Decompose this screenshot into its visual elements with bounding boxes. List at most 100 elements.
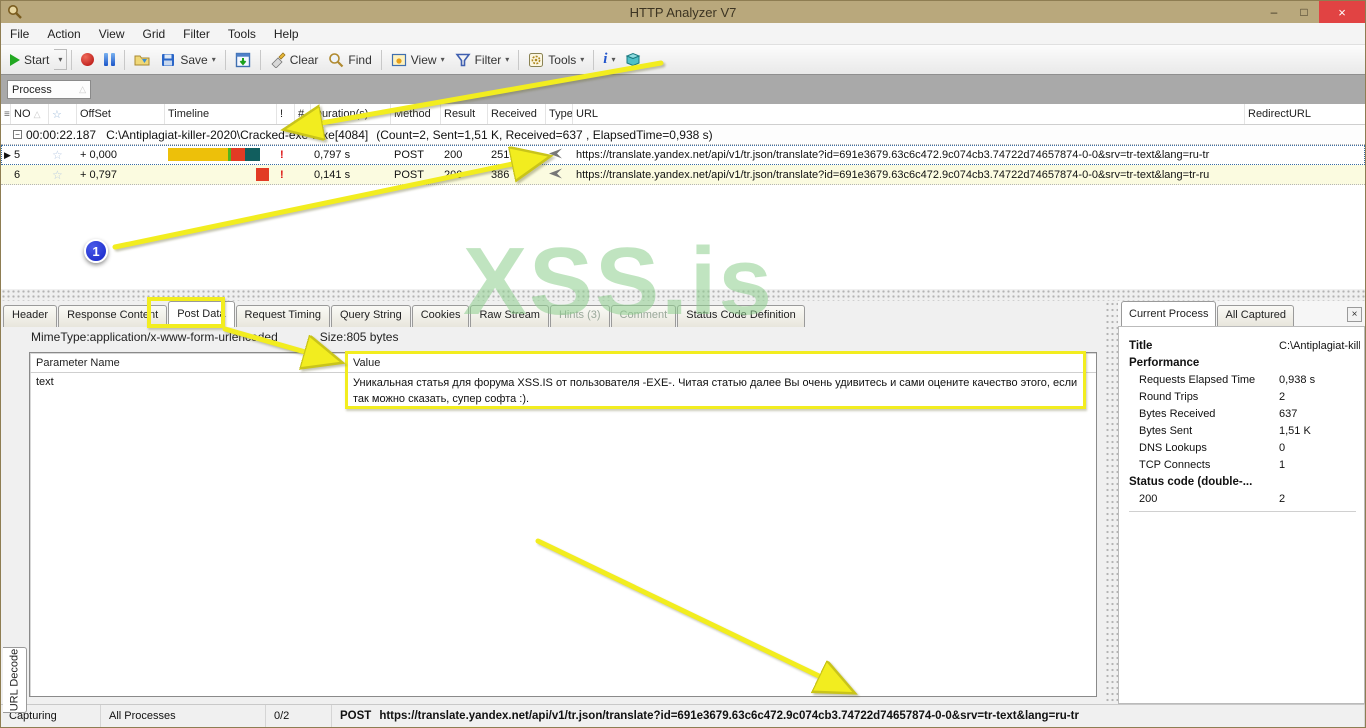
param-value-cell: Уникальная статья для форума XSS.IS от п… — [353, 377, 1078, 405]
help-button[interactable] — [620, 49, 646, 71]
detail-tabs: Header Response Content Post Data Reques… — [3, 301, 1105, 327]
tab-comment[interactable]: Comment — [610, 305, 677, 327]
request-row-6[interactable]: 6 ☆ + 0,797 ! 0,141 s POST 200 386 https… — [1, 165, 1365, 185]
tab-raw-stream[interactable]: Raw Stream — [470, 305, 549, 327]
tab-post-data[interactable]: Post Data — [168, 301, 235, 327]
tab-query-string[interactable]: Query String — [330, 305, 411, 327]
timeline-bar — [168, 168, 274, 181]
play-icon — [10, 53, 20, 66]
toolbar: Start ▾ Save ▾ Clear Find View ▾ Filter … — [1, 45, 1365, 74]
menu-tools[interactable]: Tools — [219, 25, 265, 43]
tab-current-process[interactable]: Current Process — [1121, 301, 1217, 326]
close-button[interactable]: × — [1319, 1, 1365, 23]
progress-counter: 0/2 — [266, 705, 332, 727]
start-dropdown[interactable]: ▾ — [54, 49, 68, 70]
vertical-splitter[interactable] — [1105, 301, 1118, 704]
col-received[interactable]: Received — [488, 104, 546, 124]
pause-button[interactable] — [99, 50, 120, 69]
find-magnifier-icon — [329, 52, 344, 67]
restore-button[interactable]: □ — [1289, 1, 1319, 23]
stop-button[interactable] — [76, 50, 99, 69]
open-button[interactable] — [129, 49, 155, 71]
group-by-strip: Process △ — [1, 74, 1365, 104]
tab-header[interactable]: Header — [3, 305, 58, 327]
clear-button[interactable]: Clear — [265, 49, 324, 71]
view-menu-button[interactable]: View ▾ — [386, 49, 450, 71]
tab-response-content[interactable]: Response Content — [58, 305, 168, 327]
window-title: HTTP Analyzer V7 — [629, 4, 737, 20]
menu-file[interactable]: File — [1, 25, 38, 43]
title-bar: HTTP Analyzer V7 – □ × — [1, 1, 1365, 23]
menu-view[interactable]: View — [90, 25, 134, 43]
tab-status-code-definition[interactable]: Status Code Definition — [677, 305, 805, 327]
tab-cookies[interactable]: Cookies — [411, 305, 470, 327]
help-book-icon — [626, 52, 641, 66]
error-bang-icon: ! — [280, 148, 284, 161]
value-column[interactable]: Value — [347, 357, 1096, 369]
info-icon: i — [603, 51, 608, 67]
title-label: Title — [1129, 339, 1153, 352]
side-tab-url-decode[interactable]: URL Decode — [3, 647, 27, 713]
clear-eraser-icon — [271, 51, 286, 68]
menu-filter[interactable]: Filter — [174, 25, 219, 43]
row-pointer-icon: ▶ — [4, 149, 11, 160]
capture-window-button[interactable] — [230, 49, 256, 71]
sort-asc-icon: △ — [33, 108, 41, 119]
col-result[interactable]: Result — [441, 104, 488, 124]
detail-panel: Header Response Content Post Data Reques… — [1, 301, 1105, 704]
panel-close-button[interactable]: × — [1347, 307, 1362, 322]
param-name-cell: text — [36, 376, 54, 388]
title-value: C:\Antiplagiat-kille... — [1279, 339, 1360, 352]
save-dropdown[interactable]: ▾ — [212, 55, 216, 64]
col-url[interactable]: URL — [573, 104, 1245, 124]
request-grid: − 00:00:22.187 C:\Antiplagiat-killer-202… — [1, 125, 1365, 289]
find-button[interactable]: Find — [323, 49, 376, 71]
view-window-icon — [391, 53, 406, 66]
grid-header: ≡ NO △ ☆ OffSet Timeline ! # Duration(s)… — [1, 104, 1365, 125]
col-bang[interactable]: ! — [277, 104, 295, 124]
group-by-process-chip[interactable]: Process △ — [7, 80, 91, 99]
status-code-header: Status code (double-... — [1129, 475, 1253, 488]
col-timeline[interactable]: Timeline — [165, 104, 277, 124]
param-name-column[interactable]: Parameter Name — [30, 353, 347, 372]
col-hash[interactable]: # — [295, 104, 311, 124]
col-type[interactable]: Type — [546, 104, 573, 124]
request-url: https://translate.yandex.net/api/v1/tr.j… — [576, 148, 1210, 161]
collapse-icon[interactable]: − — [13, 130, 22, 139]
col-no[interactable]: NO △ — [11, 104, 49, 124]
save-button[interactable]: Save ▾ — [155, 49, 220, 71]
star-icon: ☆ — [52, 167, 63, 182]
request-method: POST — [340, 710, 372, 722]
request-url: https://translate.yandex.net/api/v1/tr.j… — [379, 710, 1079, 722]
tab-all-captured[interactable]: All Captured — [1217, 305, 1295, 326]
timeline-bar — [168, 148, 274, 161]
app-icon — [8, 5, 22, 19]
minimize-button[interactable]: – — [1259, 1, 1289, 23]
start-button[interactable]: Start — [5, 50, 54, 70]
mime-info-line: MimeType:application/x-www-form-urlencod… — [31, 330, 440, 344]
performance-header: Performance — [1129, 356, 1200, 369]
tools-menu-button[interactable]: Tools ▾ — [523, 49, 589, 71]
process-group-row[interactable]: − 00:00:22.187 C:\Antiplagiat-killer-202… — [1, 125, 1365, 145]
request-row-5[interactable]: ▶ 5 ☆ + 0,000 ! 0,797 s POST 200 251 htt… — [1, 145, 1365, 165]
col-method[interactable]: Method — [391, 104, 441, 124]
open-folder-icon — [134, 55, 150, 65]
info-menu-button[interactable]: i ▾ — [598, 48, 620, 71]
tab-hints[interactable]: Hints (3) — [549, 305, 610, 327]
horizontal-splitter[interactable] — [1, 289, 1365, 301]
col-star[interactable]: ☆ — [49, 104, 77, 124]
menu-action[interactable]: Action — [38, 25, 89, 43]
col-offset[interactable]: OffSet — [77, 104, 165, 124]
mime-type-label: MimeType:application/x-www-form-urlencod… — [31, 330, 278, 344]
tab-request-timing[interactable]: Request Timing — [235, 305, 330, 327]
menu-help[interactable]: Help — [265, 25, 308, 43]
col-redirect-url[interactable]: RedirectURL — [1245, 104, 1365, 124]
menu-bar: File Action View Grid Filter Tools Help — [1, 23, 1365, 45]
sort-asc-icon: △ — [79, 84, 86, 94]
filter-menu-button[interactable]: Filter ▾ — [450, 49, 515, 71]
col-duration[interactable]: Duration(s) — [311, 104, 391, 124]
post-data-box: Parameter Name Value text Уникальная ста… — [29, 352, 1097, 697]
request-url: https://translate.yandex.net/api/v1/tr.j… — [576, 168, 1210, 181]
post-data-row[interactable]: text Уникальная статья для форума XSS.IS… — [30, 373, 1096, 411]
menu-grid[interactable]: Grid — [134, 25, 175, 43]
